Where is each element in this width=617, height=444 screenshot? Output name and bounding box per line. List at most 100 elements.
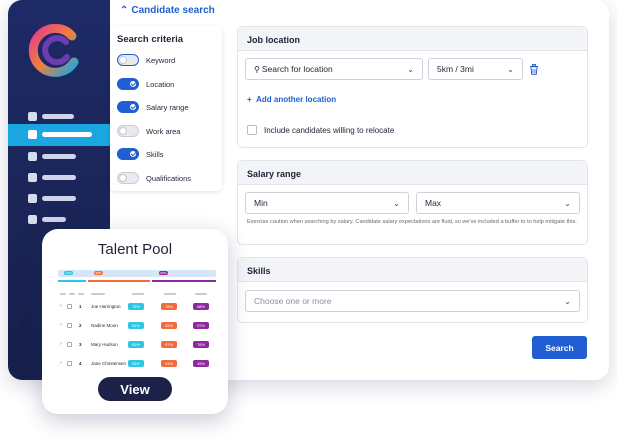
salary-max-value: Max (425, 198, 442, 208)
relocate-checkbox[interactable] (247, 125, 257, 135)
nav-square-icon (28, 173, 37, 182)
nav-label-placeholder (42, 154, 76, 159)
score-chip: 89% (159, 271, 168, 275)
work-area-toggle[interactable] (117, 125, 139, 137)
radius-select[interactable]: 5km / 3mi ⌄ (428, 58, 523, 80)
score-pill: 97% (161, 341, 177, 348)
score-pill: 76% (193, 341, 209, 348)
nav-label-placeholder (42, 175, 76, 180)
candidate-name: Mary Hudson (91, 342, 118, 347)
criteria-keyword[interactable]: Keyword (117, 52, 175, 68)
salary-note: Exercise caution when searching by salar… (247, 219, 577, 225)
salary-range-toggle[interactable] (117, 101, 139, 113)
nav-label-placeholder (42, 196, 76, 201)
talent-row[interactable]: › 2 Nadine Moon 81% 52% 97% (58, 320, 216, 332)
relocate-checkbox-row[interactable]: Include candidates willing to relocate (247, 125, 394, 135)
nav-item-4[interactable] (8, 167, 110, 189)
score-pill: 97% (193, 322, 209, 329)
criteria-skills[interactable]: Skills (117, 146, 164, 162)
row-checkbox[interactable] (67, 304, 72, 309)
radius-value: 5km / 3mi (437, 64, 474, 74)
nav-label-placeholder (42, 114, 74, 119)
talent-row[interactable]: › 1 Joe Harrington 75% 76% 88% (58, 301, 216, 313)
candidate-name: Jane Christensen (91, 361, 127, 366)
score-bar (88, 280, 150, 282)
map-pin-icon: ⚲ (254, 65, 260, 74)
trash-icon[interactable] (529, 64, 539, 75)
row-checkbox[interactable] (67, 342, 72, 347)
criteria-label: Qualifications (146, 173, 192, 183)
criteria-label: Salary range (146, 102, 189, 112)
nav-item-5[interactable] (8, 188, 110, 210)
score-pill: 52% (161, 322, 177, 329)
keyword-toggle[interactable] (117, 54, 139, 66)
talent-row[interactable]: › 4 Jane Christensen 55% 91% 45% (58, 358, 216, 370)
nav-square-icon (28, 194, 37, 203)
nav-square-icon (28, 215, 37, 224)
chevron-right-icon: › (60, 360, 62, 366)
nav-item-6[interactable] (8, 209, 110, 231)
score-pill: 91% (161, 360, 177, 367)
criteria-label: Skills (146, 149, 164, 159)
row-checkbox[interactable] (67, 323, 72, 328)
score-pill: 81% (128, 341, 144, 348)
score-bar (58, 280, 86, 282)
nav-square-icon (28, 112, 37, 121)
salary-min-value: Min (254, 198, 268, 208)
criteria-salary-range[interactable]: Salary range (117, 99, 189, 115)
criteria-label: Location (146, 79, 175, 89)
talent-row[interactable]: › 3 Mary Hudson 81% 97% 76% (58, 339, 216, 351)
criteria-label: Work area (146, 126, 181, 136)
view-button[interactable]: View (98, 377, 172, 401)
nav-item-2-active[interactable] (8, 124, 110, 146)
talent-pool-header-bar (58, 270, 216, 277)
row-number: 3 (79, 342, 82, 347)
qualifications-toggle[interactable] (117, 172, 139, 184)
skills-select[interactable]: Choose one or more ⌄ (245, 290, 580, 312)
criteria-location[interactable]: Location (117, 76, 174, 92)
skills-toggle[interactable] (117, 148, 139, 160)
chevron-down-icon: ⌄ (507, 64, 514, 74)
criteria-work-area[interactable]: Work area (117, 123, 180, 139)
search-button[interactable]: Search (532, 336, 587, 359)
row-checkbox[interactable] (67, 361, 72, 366)
nav-square-icon (28, 152, 37, 161)
location-search-placeholder: Search for location (261, 64, 333, 74)
score-pill: 45% (193, 360, 209, 367)
chevron-down-icon: ⌄ (564, 296, 571, 306)
column-header (195, 293, 207, 295)
nav-square-icon (28, 130, 37, 139)
plus-icon: + (247, 95, 252, 104)
add-another-location-link[interactable]: + Add another location (247, 95, 336, 104)
chevron-right-icon: › (60, 303, 62, 309)
score-pill: 76% (161, 303, 177, 310)
score-pill: 88% (193, 303, 209, 310)
candidate-name: Nadine Moon (91, 323, 118, 328)
search-criteria-card: Search criteria Keyword Location Salary … (110, 26, 222, 191)
column-header (164, 293, 176, 295)
skills-panel: Skills Choose one or more ⌄ (237, 257, 588, 323)
chevron-down-icon: ⌄ (393, 198, 400, 208)
location-search-select[interactable]: ⚲ Search for location ⌄ (245, 58, 423, 80)
search-criteria-title: Search criteria (117, 34, 184, 45)
row-number: 4 (79, 361, 82, 366)
row-number: 2 (79, 323, 82, 328)
row-number: 1 (79, 304, 82, 309)
chevron-right-icon: › (60, 322, 62, 328)
nav-label-placeholder (42, 217, 66, 222)
talent-pool-card: Talent Pool 72% 58% 89% › 1 Joe Harringt… (42, 229, 228, 414)
talent-pool-title: Talent Pool (97, 241, 173, 258)
candidate-search-toggle[interactable]: ⌃ Candidate search (120, 5, 215, 16)
column-header (69, 293, 75, 295)
nav-item-3[interactable] (8, 146, 110, 168)
salary-min-select[interactable]: Min ⌄ (245, 192, 409, 214)
skills-placeholder: Choose one or more (254, 296, 332, 306)
location-toggle[interactable] (117, 78, 139, 90)
score-pill: 55% (128, 360, 144, 367)
chevron-down-icon: ⌄ (407, 64, 414, 74)
criteria-label: Keyword (146, 55, 176, 65)
score-chip: 72% (64, 271, 73, 275)
salary-max-select[interactable]: Max ⌄ (416, 192, 580, 214)
add-location-label: Add another location (256, 95, 337, 104)
criteria-qualifications[interactable]: Qualifications (117, 170, 191, 186)
